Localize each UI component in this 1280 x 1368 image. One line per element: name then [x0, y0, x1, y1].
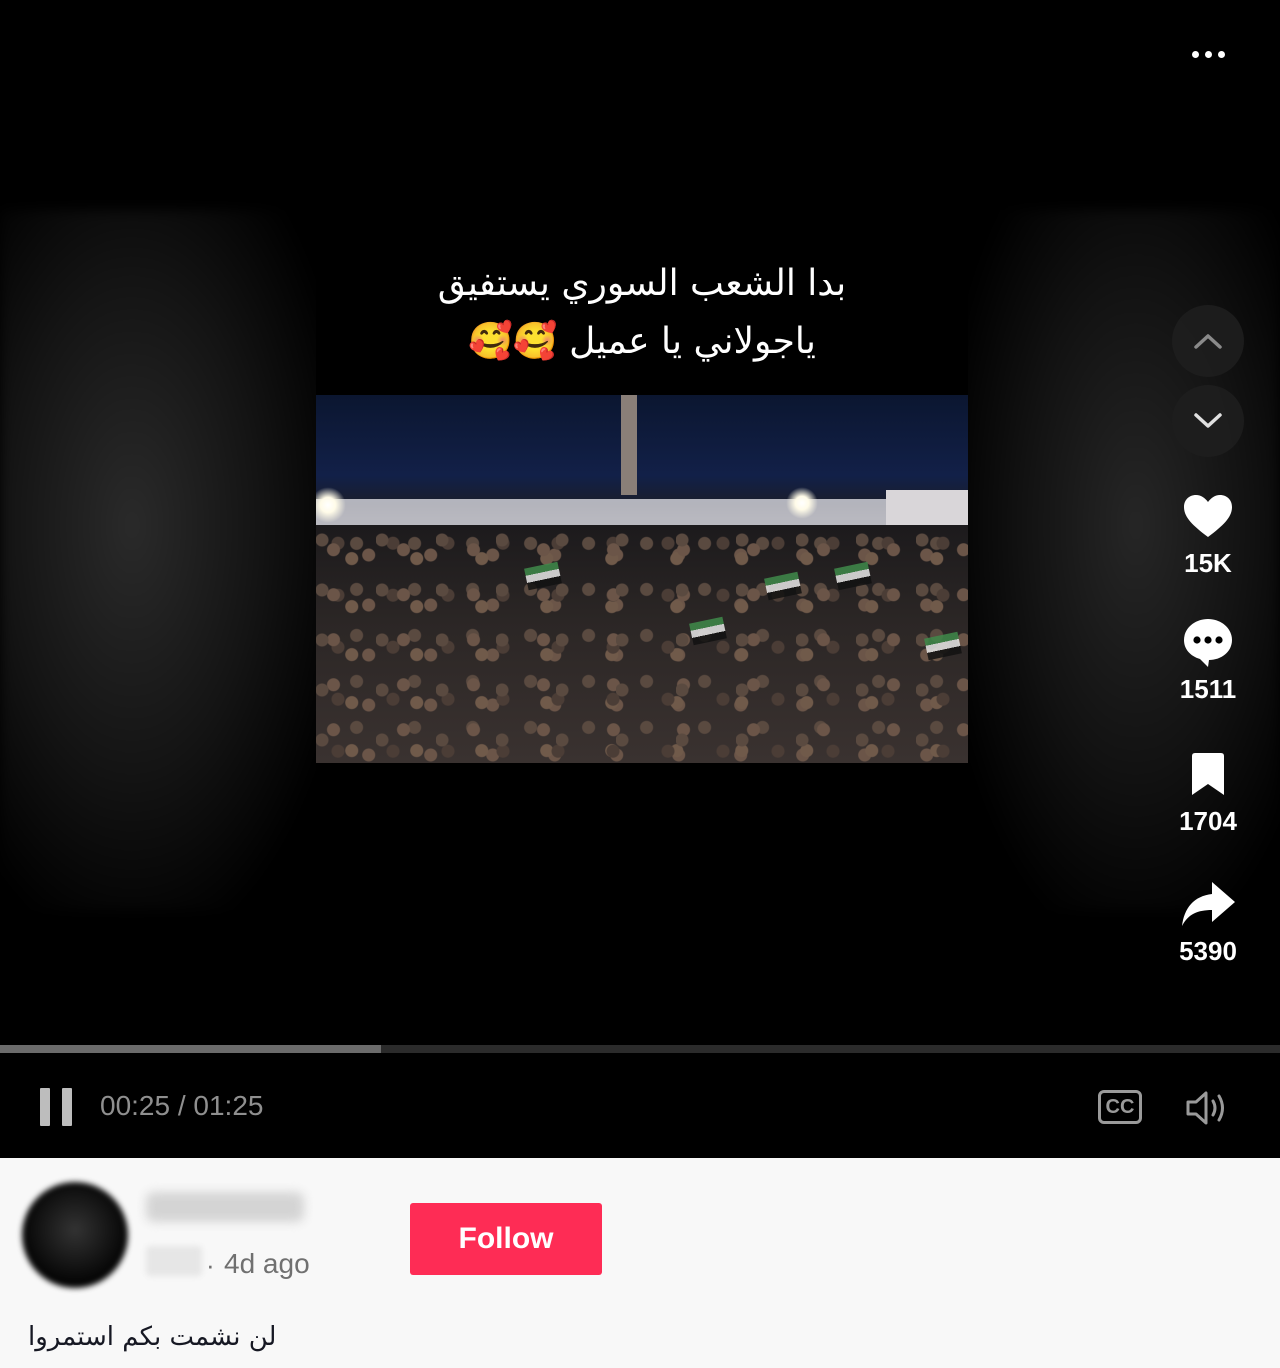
share-count: 5390	[1179, 936, 1237, 966]
volume-button[interactable]	[1184, 1088, 1232, 1128]
save-count: 1704	[1179, 806, 1237, 836]
captions-button[interactable]: CC	[1098, 1090, 1142, 1124]
like-count: 15K	[1184, 548, 1232, 578]
post-info-panel: · 4d ago Follow لن نشمت بكم استمروا	[0, 1158, 1280, 1368]
video-progress-bar[interactable]	[0, 1045, 1280, 1053]
blurred-background-left	[0, 210, 330, 910]
cc-icon: CC	[1105, 1095, 1135, 1118]
comment-icon	[1184, 619, 1232, 667]
chevron-up-icon	[1194, 334, 1222, 349]
save-button[interactable]	[1180, 746, 1236, 802]
video-player[interactable]: بدا الشعب السوري يستفيق ياجولاني يا عميل…	[0, 0, 1280, 1158]
bookmark-icon	[1192, 753, 1224, 795]
previous-video-button[interactable]	[1172, 305, 1244, 377]
follow-button[interactable]: Follow	[410, 1203, 602, 1275]
pause-icon	[40, 1088, 50, 1126]
video-frame[interactable]: بدا الشعب السوري يستفيق ياجولاني يا عميل…	[316, 215, 968, 903]
video-progress-fill	[0, 1045, 382, 1053]
crowd-scene-image	[316, 395, 968, 763]
share-icon	[1182, 882, 1235, 926]
video-caption-overlay: بدا الشعب السوري يستفيق ياجولاني يا عميل…	[316, 255, 968, 371]
caption-line-2: ياجولاني يا عميل 🥰🥰	[468, 321, 816, 362]
playback-time: 00:25 / 01:25	[100, 1090, 264, 1121]
caption-line-1: بدا الشعب السوري يستفيق	[437, 263, 847, 304]
volume-icon	[1186, 1091, 1224, 1125]
post-description: لن نشمت بكم استمروا	[28, 1322, 277, 1352]
save-action: 1704	[1158, 746, 1258, 837]
author-avatar[interactable]	[22, 1182, 128, 1288]
pause-button[interactable]	[40, 1088, 80, 1130]
share-button[interactable]	[1180, 876, 1236, 932]
player-controls: 00:25 / 01:25 CC	[0, 1060, 1280, 1158]
heart-icon	[1184, 495, 1232, 537]
chevron-down-icon	[1194, 413, 1222, 428]
comment-action: 1511	[1158, 614, 1258, 705]
comment-button[interactable]	[1180, 614, 1236, 670]
author-nickname	[146, 1246, 202, 1276]
separator-dot: ·	[206, 1250, 215, 1280]
like-button[interactable]	[1180, 488, 1236, 544]
next-video-button[interactable]	[1172, 385, 1244, 457]
post-time: 4d ago	[224, 1248, 310, 1279]
more-options-icon[interactable]	[1186, 44, 1230, 64]
author-username[interactable]	[146, 1192, 304, 1222]
like-action: 15K	[1158, 488, 1258, 579]
comment-count: 1511	[1179, 674, 1237, 704]
share-action: 5390	[1158, 876, 1258, 967]
